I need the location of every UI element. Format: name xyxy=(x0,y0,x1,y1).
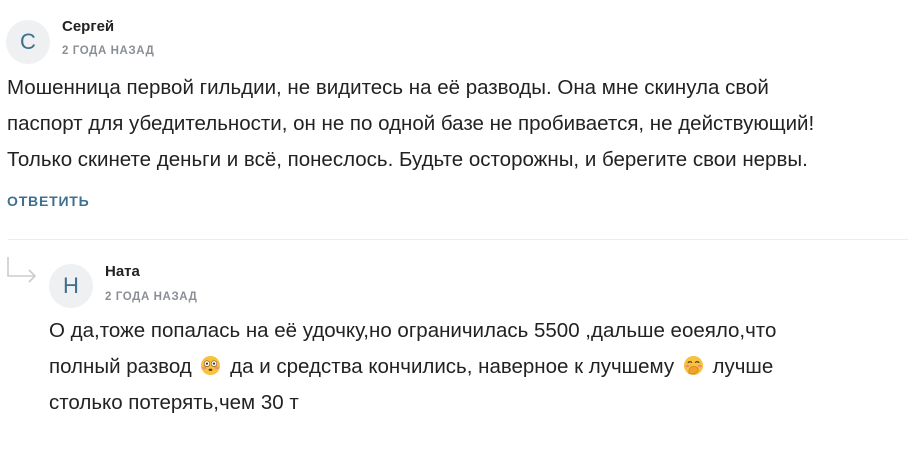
avatar-letter: Н xyxy=(63,273,79,298)
comments-section: С Сергей 2 года назад Мошенница первой г… xyxy=(0,0,921,455)
text-fragment: лучше xyxy=(712,355,774,378)
comment-author[interactable]: Сергей xyxy=(62,18,114,35)
comment-author[interactable]: Ната xyxy=(105,263,140,280)
avatar[interactable]: Н xyxy=(49,264,93,308)
comment-date: 2 года назад xyxy=(62,45,155,57)
avatar[interactable]: С xyxy=(6,20,50,64)
face-with-hand-over-mouth-emoji-icon xyxy=(683,355,703,376)
comment-text-line: Только скинете деньги и всё, понеслось. … xyxy=(7,148,808,171)
reply-arrow-icon xyxy=(7,257,37,283)
comment-text-line: паспорт для убедительности, он не по одн… xyxy=(7,112,815,135)
text-fragment: да и средства кончились, наверное к лучш… xyxy=(230,355,675,378)
comment-date: 2 года назад xyxy=(105,291,198,303)
reply-button[interactable]: Ответить xyxy=(7,193,90,209)
text-fragment: полный развод xyxy=(49,355,192,378)
divider xyxy=(8,239,908,240)
comment-text-line: Мошенница первой гильдии, не видитесь на… xyxy=(7,76,769,99)
comment-text-line: столько потерять,чем 30 т xyxy=(49,391,299,414)
comment-text: О да,тоже попалась на её удочку,но огран… xyxy=(49,313,776,421)
avatar-letter: С xyxy=(20,29,36,54)
flushed-face-emoji-icon xyxy=(201,355,221,376)
comment-text-line: О да,тоже попалась на её удочку,но огран… xyxy=(49,319,777,342)
comment-text: Мошенница первой гильдии, не видитесь на… xyxy=(7,70,814,178)
comment-text-line: полный развод да и средства кончились, н… xyxy=(49,349,776,385)
